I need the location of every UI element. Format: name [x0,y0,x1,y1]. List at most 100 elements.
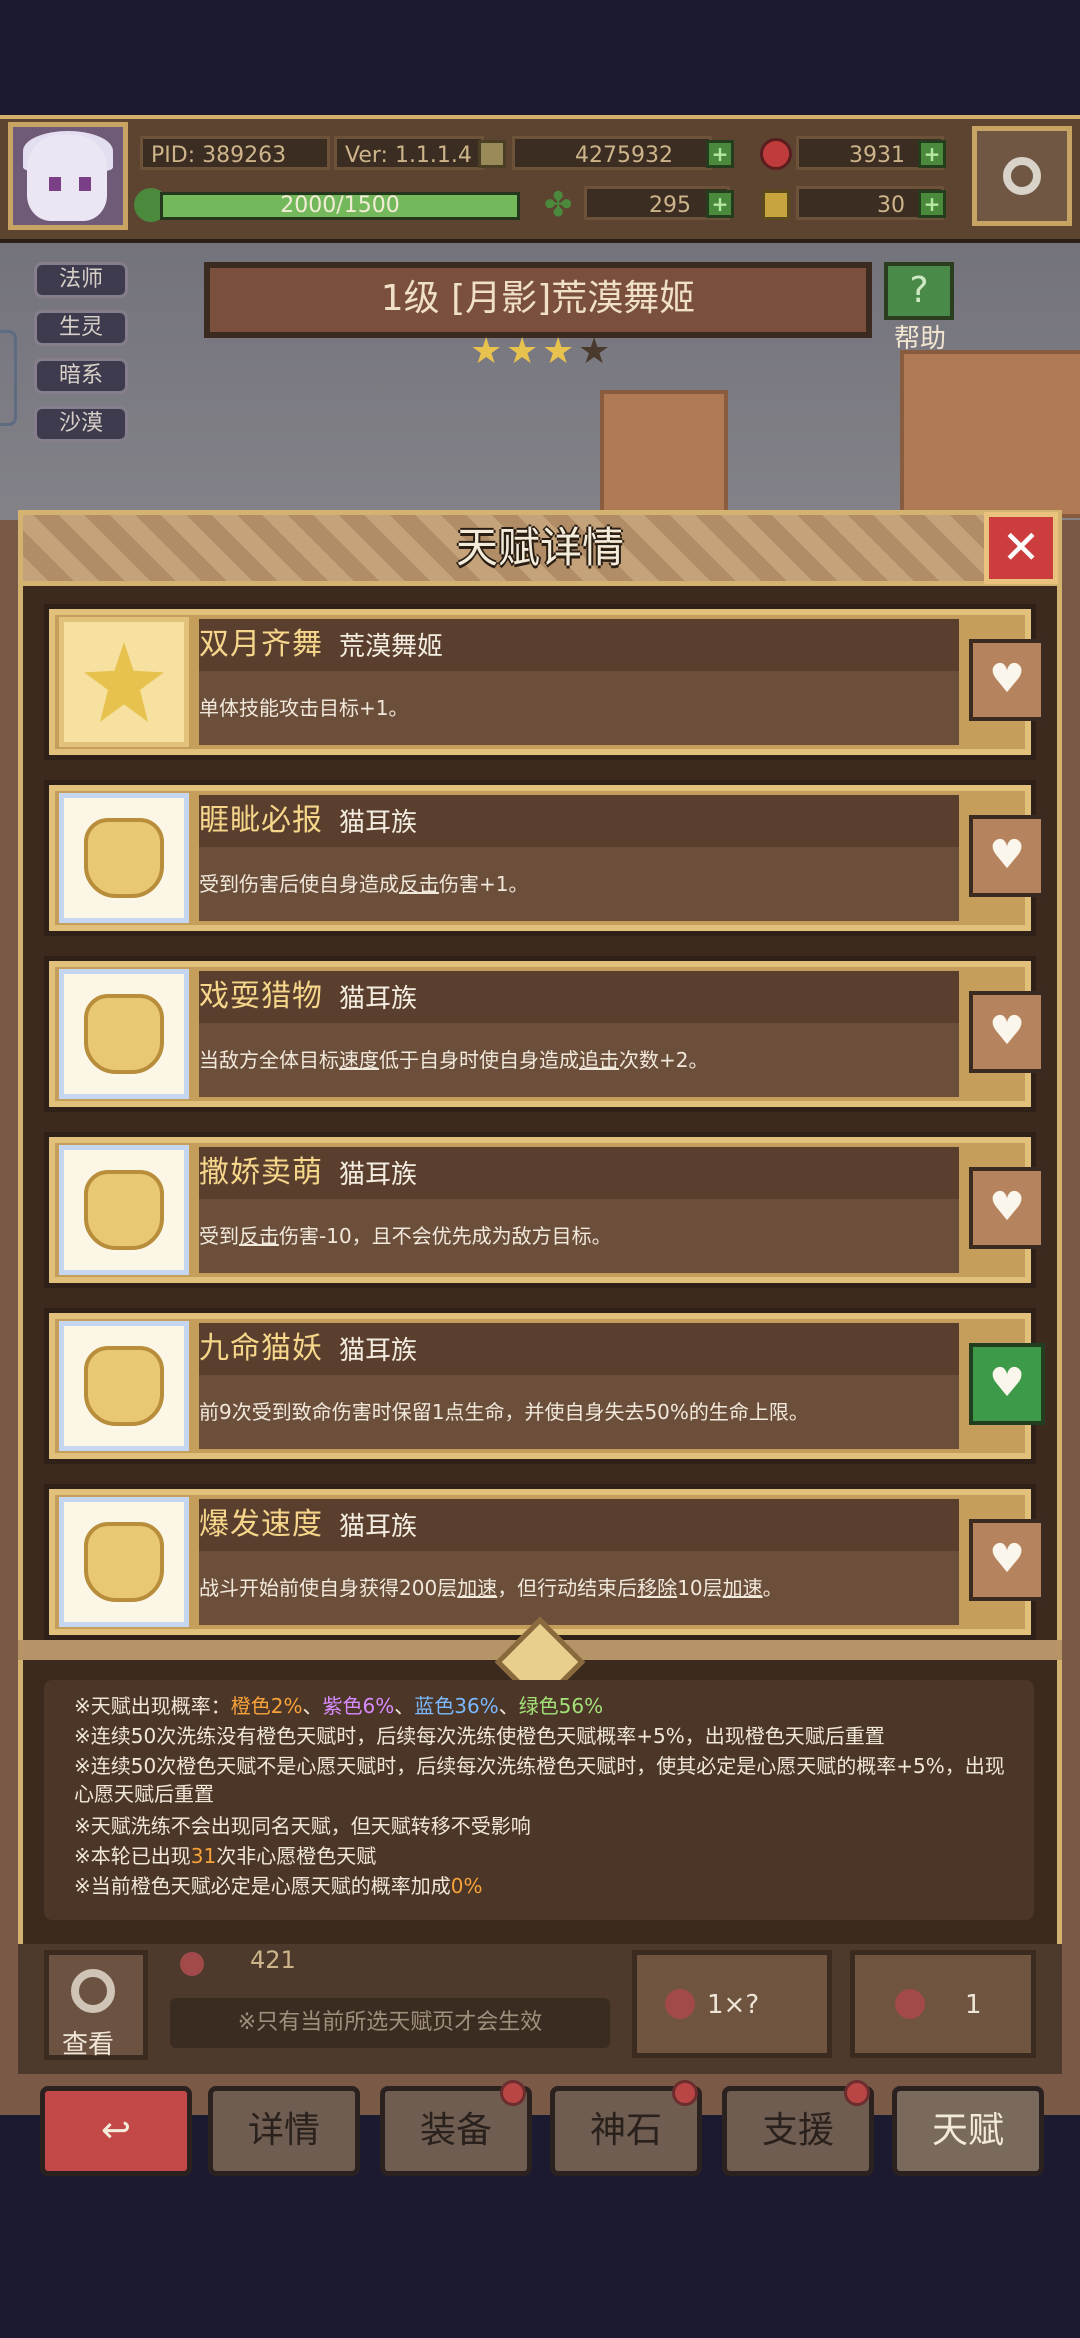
add-clover-button[interactable]: + [706,190,734,218]
note-orange-pity: ※连续50次洗练没有橙色天赋时，后续每次洗练使橙色天赋概率+5%，出现橙色天赋后… [74,1724,885,1748]
close-icon: ✕ [1001,520,1041,574]
refine-stone-count: 421 [250,1946,296,1974]
keyword-link[interactable]: 反击 [399,872,439,896]
talent-description: 战斗开始前使自身获得200层加速，但行动结束后移除10层加速。 [199,1576,783,1600]
heart-icon: ♥ [989,656,1025,702]
tag-element: 暗系 [34,358,128,394]
keyword-link[interactable]: 反击 [239,1224,279,1248]
back-button[interactable]: ↩ [40,2086,192,2176]
talent-description: 受到伤害后使自身造成反击伤害+1。 [199,872,529,896]
talent-icon [59,1145,189,1275]
settings-button[interactable] [972,126,1072,226]
heart-icon: ♥ [989,832,1025,878]
nav-details[interactable]: 详情 [208,2086,360,2176]
keyword-link[interactable]: 加速 [457,1576,497,1600]
heart-icon: ♥ [989,1008,1025,1054]
wish-heart-button[interactable]: ♥ [969,991,1045,1073]
note-wish-bonus: ※当前橙色天赋必定是心愿天赋的概率加成0% [74,1874,483,1898]
star-icon [84,642,164,722]
refine-stone-icon [180,1952,204,1976]
key-icon [762,190,790,220]
player-avatar[interactable] [8,122,128,230]
wish-heart-button-selected[interactable]: ♥ [969,1343,1045,1425]
talent-description: 受到反击伤害-10，且不会优先成为敌方目标。 [199,1224,612,1248]
talent-description: 单体技能攻击目标+1。 [199,696,409,720]
gear-icon [1003,157,1041,195]
star-filled-icon: ★ [542,331,575,372]
refine-button[interactable]: 1 [850,1950,1036,2058]
character-title: 1级 [月影]荒漠舞姬 [204,262,872,338]
player-id: PID: 389263 [140,136,330,170]
keyword-link[interactable]: 加速 [723,1576,763,1600]
heart-icon: ♥ [989,1536,1025,1582]
nav-talent[interactable]: 天赋 [892,2086,1044,2176]
talent-race: 猫耳族 [339,1336,418,1366]
back-arrow-icon: ↩ [100,2110,132,2151]
cat-icon [84,994,164,1074]
background-bricks [600,390,728,518]
talent-name: 九命猫妖 [199,1331,323,1366]
heart-icon: ♥ [989,1184,1025,1230]
notification-dot [844,2080,870,2106]
add-key-button[interactable]: + [918,190,946,218]
note-no-duplicate: ※天赋洗练不会出现同名天赋，但天赋转移不受影响 [74,1814,531,1838]
talent-icon [59,1321,189,1451]
talent-name: 撒娇卖萌 [199,1155,323,1190]
talent-race: 猫耳族 [339,1160,418,1190]
wish-heart-button[interactable]: ♥ [969,1167,1045,1249]
heart-icon: ♥ [989,1360,1025,1406]
cat-icon [84,1170,164,1250]
talent-card[interactable]: 撒娇卖萌 猫耳族 受到反击伤害-10，且不会优先成为敌方目标。 ♥ [44,1132,1045,1288]
dialog-title: 天赋详情 [455,523,624,572]
keyword-link[interactable]: 速度 [339,1048,379,1072]
wish-heart-button[interactable]: ♥ [969,1519,1045,1601]
search-label: 查看 [62,2030,115,2060]
keyword-link[interactable]: 追击 [579,1048,619,1072]
talent-card[interactable]: 九命猫妖 猫耳族 前9次受到致命伤害时保留1点生命，并使自身失去50%的生命上限… [44,1308,1045,1464]
talent-race: 猫耳族 [339,984,418,1014]
coin-count: 4275932 [512,136,712,170]
star-filled-icon: ★ [506,331,539,372]
talent-race: 荒漠舞姬 [339,632,444,662]
talent-icon [59,793,189,923]
talent-name: 双月齐舞 [199,627,323,662]
side-handle[interactable] [0,330,17,426]
tag-class: 法师 [34,262,128,298]
clover-icon: ✤ [544,185,573,225]
note-probability: ※天赋出现概率：橙色2%、紫色6%、蓝色36%、绿色56% [74,1694,604,1718]
talent-card[interactable]: 双月齐舞 荒漠舞姬 单体技能攻击目标+1。 ♥ [44,604,1045,760]
probability-notes: ※天赋出现概率：橙色2%、紫色6%、蓝色36%、绿色56% ※连续50次洗练没有… [44,1680,1034,1920]
add-gem-button[interactable]: + [918,140,946,168]
talent-race: 猫耳族 [339,1512,418,1542]
talent-icon [59,1497,189,1627]
star-filled-icon: ★ [470,331,503,372]
talent-icon [59,969,189,1099]
add-coin-button[interactable]: + [706,140,734,168]
auto-refine-count: 1×? [707,1990,760,2020]
exp-text: 2000/1500 [280,193,400,218]
page-hint: ※只有当前所选天赋页才会生效 [170,1998,610,2048]
auto-refine-button[interactable]: 1×? [632,1950,832,2058]
keyword-link[interactable]: 移除 [637,1576,677,1600]
notification-dot [672,2080,698,2106]
wish-heart-button[interactable]: ♥ [969,815,1045,897]
cat-icon [84,1346,164,1426]
coin-icon [478,140,506,168]
tag-region: 沙漠 [34,406,128,442]
note-wish-pity: ※连续50次橙色天赋不是心愿天赋时，后续每次洗练橙色天赋时，使其必定是心愿天赋的… [74,1754,1005,1806]
wish-heart-button[interactable]: ♥ [969,639,1045,721]
refine-stone-icon [895,1989,925,2019]
talent-card[interactable]: 戏耍猎物 猫耳族 当敌方全体目标速度低于自身时使自身造成追击次数+2。 ♥ [44,956,1045,1112]
talent-description: 前9次受到致命伤害时保留1点生命，并使自身失去50%的生命上限。 [199,1400,809,1424]
close-button[interactable]: ✕ [984,512,1058,584]
talent-description: 当敌方全体目标速度低于自身时使自身造成追击次数+2。 [199,1048,709,1072]
cat-icon [84,818,164,898]
talent-card[interactable]: 睚眦必报 猫耳族 受到伤害后使自身造成反击伤害+1。 ♥ [44,780,1045,936]
note-round-count: ※本轮已出现31次非心愿橙色天赋 [74,1844,377,1868]
help-button[interactable]: ? 帮助 [880,262,960,354]
refine-stone-icon [665,1989,695,2019]
background-bricks [900,350,1080,518]
tag-type: 生灵 [34,310,128,346]
help-label: 帮助 [893,324,946,354]
talent-name: 睚眦必报 [199,803,323,838]
